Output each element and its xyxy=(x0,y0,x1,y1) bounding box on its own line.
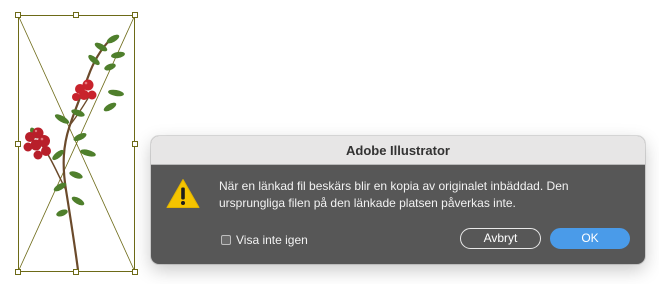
resize-handle-top[interactable] xyxy=(73,12,79,18)
ok-button[interactable]: OK xyxy=(550,228,630,249)
resize-handle-left[interactable] xyxy=(15,141,21,147)
dialog-title: Adobe Illustrator xyxy=(151,136,645,165)
resize-handle-bottom-right[interactable] xyxy=(132,269,138,275)
selected-linked-image[interactable] xyxy=(15,12,138,275)
dont-show-again-checkbox[interactable]: Visa inte igen xyxy=(221,233,308,247)
dialog-message: När en länkad fil beskärs blir en kopia … xyxy=(219,179,569,210)
checkbox-label: Visa inte igen xyxy=(236,233,308,247)
alert-dialog: Adobe Illustrator När en länkad fil besk… xyxy=(151,136,645,264)
cancel-button[interactable]: Avbryt xyxy=(460,228,541,249)
warning-icon xyxy=(166,179,200,208)
resize-handle-top-right[interactable] xyxy=(132,12,138,18)
resize-handle-right[interactable] xyxy=(132,141,138,147)
image-bounding-box xyxy=(17,14,136,273)
lingonberry-branch-image xyxy=(23,34,125,271)
resize-handle-bottom-left[interactable] xyxy=(15,269,21,275)
resize-handle-top-left[interactable] xyxy=(15,12,21,18)
dialog-content: När en länkad fil beskärs blir en kopia … xyxy=(151,165,645,264)
resize-handle-bottom[interactable] xyxy=(73,269,79,275)
checkbox-box[interactable] xyxy=(221,235,231,245)
